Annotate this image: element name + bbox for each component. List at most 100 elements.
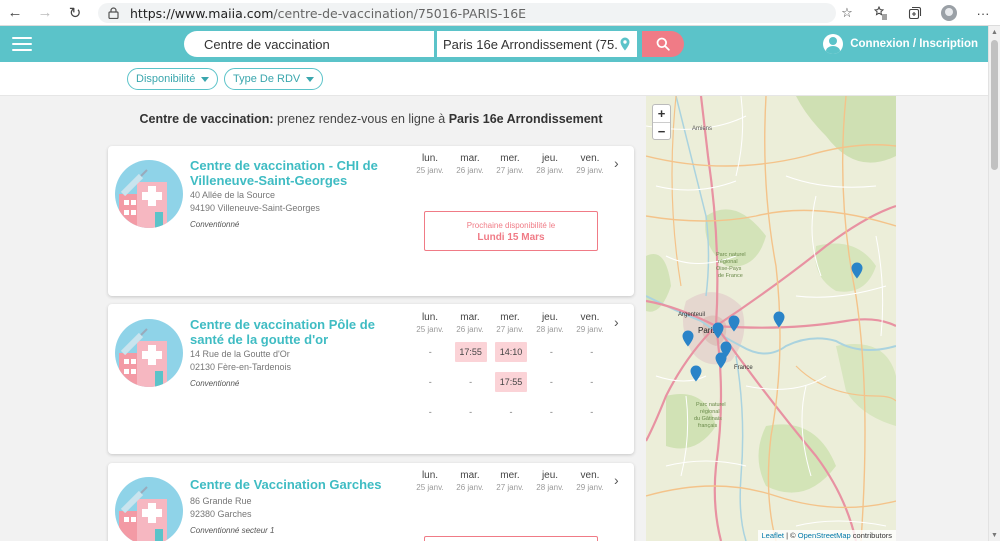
browser-toolbar: ← → ↻ https://www.maiia.com/centre-de-va… xyxy=(0,0,1000,26)
next-availability-button[interactable]: Prochaine disponibilité le Lundi 15 Mars xyxy=(424,211,598,251)
page-title-prefix: Centre de vaccination: xyxy=(139,112,274,126)
scroll-down-icon[interactable]: ▼ xyxy=(991,532,998,539)
leaflet-link[interactable]: Leaflet xyxy=(762,531,785,540)
address-street: 86 Grande Rue xyxy=(190,496,252,506)
page-title-middle: prenez rendez-vous en ligne à xyxy=(273,112,449,126)
day-name: mer. xyxy=(500,312,520,323)
map-marker-icon[interactable] xyxy=(728,315,740,332)
refresh-icon[interactable]: ↻ xyxy=(60,0,90,26)
day-date: 28 janv. xyxy=(536,325,564,334)
appointment-type-filter[interactable]: Type De RDV xyxy=(224,68,324,90)
day-name: ven. xyxy=(580,470,600,481)
location-pin-icon[interactable] xyxy=(617,36,633,52)
next-days-chevron-icon[interactable]: › xyxy=(614,314,619,330)
map-marker-icon[interactable] xyxy=(773,311,785,328)
day-name: mer. xyxy=(500,153,520,164)
no-slot: - xyxy=(428,377,432,387)
map-label: Parc naturel xyxy=(716,252,746,258)
day-name: lun. xyxy=(421,312,439,323)
time-slot[interactable]: 14:10 xyxy=(494,342,527,362)
availability-filter[interactable]: Disponibilité xyxy=(127,68,219,90)
next-availability-date: Lundi 15 Mars xyxy=(477,232,545,243)
day-name: jeu. xyxy=(541,470,559,481)
slot-row: - 17:55 14:10 - - xyxy=(410,337,612,367)
convention-label: Conventionné xyxy=(190,379,240,388)
next-days-chevron-icon[interactable]: › xyxy=(614,155,619,171)
time-slot[interactable]: 17:55 xyxy=(494,372,527,392)
day-date: 26 janv. xyxy=(456,325,484,334)
center-address: 40 Allée de la Source 94190 Villeneuve-S… xyxy=(190,189,320,215)
center-name[interactable]: Centre de Vaccination Garches xyxy=(190,477,390,492)
day-header: jeu. 28 janv. xyxy=(530,153,570,176)
next-availability-button[interactable] xyxy=(424,536,598,541)
day-header: mar. 26 janv. xyxy=(450,312,490,335)
convention-label: Conventionné secteur 1 xyxy=(190,526,275,535)
slot-row: - - - - - xyxy=(410,397,612,427)
specialty-search-input[interactable] xyxy=(184,31,434,57)
day-name: lun. xyxy=(421,470,439,481)
vaccination-center-illustration xyxy=(115,160,183,228)
day-header: jeu. 28 janv. xyxy=(530,470,570,493)
map-marker-icon[interactable] xyxy=(851,262,863,279)
zoom-in-button[interactable]: + xyxy=(653,105,670,122)
no-slot: - xyxy=(469,407,473,417)
no-slot: - xyxy=(428,347,432,357)
search-button[interactable] xyxy=(642,31,684,57)
map-marker-icon[interactable] xyxy=(715,352,727,369)
no-slot: - xyxy=(590,407,594,417)
url-path: /centre-de-vaccination/75016-PARIS-16E xyxy=(273,5,527,21)
page-scrollbar[interactable]: ▲ ▼ xyxy=(988,26,1000,541)
profile-avatar-icon[interactable] xyxy=(938,2,960,24)
hamburger-menu-icon[interactable] xyxy=(12,37,32,51)
osm-link[interactable]: OpenStreetMap xyxy=(798,531,851,540)
map-label: régional xyxy=(700,409,720,415)
day-header: mer. 27 janv. xyxy=(490,470,530,493)
map-marker-icon[interactable] xyxy=(682,330,694,347)
day-date: 29 janv. xyxy=(576,166,604,175)
map-label: de France xyxy=(718,273,743,279)
address-city: 02130 Fère-en-Tardenois xyxy=(190,362,292,372)
day-date: 26 janv. xyxy=(456,166,484,175)
center-name[interactable]: Centre de vaccination - CHI de Villeneuv… xyxy=(190,158,390,188)
zoom-out-button[interactable]: − xyxy=(653,122,670,139)
availability-filter-label: Disponibilité xyxy=(136,73,196,85)
day-header-row: lun. 25 janv. mar. 26 janv. mer. 27 janv. j… xyxy=(410,470,610,493)
day-date: 29 janv. xyxy=(576,483,604,492)
no-slot: - xyxy=(590,377,594,387)
map-marker-icon[interactable] xyxy=(712,322,724,339)
filter-bar: Disponibilité Type De RDV xyxy=(0,62,988,96)
scroll-up-icon[interactable]: ▲ xyxy=(991,29,998,36)
favorite-star-icon[interactable]: ☆ xyxy=(836,2,858,24)
search-icon xyxy=(656,37,670,51)
scrollbar-thumb[interactable] xyxy=(991,40,998,170)
location-search-input[interactable]: Paris 16e Arrondissement (75... xyxy=(437,31,637,57)
login-button[interactable]: Connexion / Inscription xyxy=(823,34,978,54)
day-date: 26 janv. xyxy=(456,483,484,492)
day-header: ven. 29 janv. xyxy=(570,153,610,176)
day-date: 28 janv. xyxy=(536,166,564,175)
map[interactable]: Amiens Parc naturel régional Oise-Pays d… xyxy=(646,96,896,541)
center-name[interactable]: Centre de vaccination Pôle de santé de l… xyxy=(190,317,390,347)
forward-arrow-icon[interactable]: → xyxy=(30,0,60,26)
next-availability-label: Prochaine disponibilité le xyxy=(466,221,556,230)
next-days-chevron-icon[interactable]: › xyxy=(614,472,619,488)
map-tiles[interactable]: Amiens Parc naturel régional Oise-Pays d… xyxy=(646,96,896,541)
time-slot[interactable]: 17:55 xyxy=(454,342,487,362)
convention-label: Conventionné xyxy=(190,220,240,229)
attribution-suffix: contributors xyxy=(850,531,892,540)
day-date: 25 janv. xyxy=(416,483,444,492)
no-slot: - xyxy=(549,407,553,417)
map-marker-icon[interactable] xyxy=(690,365,702,382)
favorites-list-icon[interactable] xyxy=(870,2,892,24)
collections-icon[interactable] xyxy=(904,2,926,24)
address-bar[interactable]: https://www.maiia.com/centre-de-vaccinat… xyxy=(98,3,836,23)
map-label: français xyxy=(698,423,718,429)
more-menu-icon[interactable]: ··· xyxy=(972,2,994,24)
day-date: 27 janv. xyxy=(496,483,524,492)
attribution-separator: | © xyxy=(784,531,798,540)
map-label: France xyxy=(734,365,753,371)
back-arrow-icon[interactable]: ← xyxy=(0,0,30,26)
day-header: lun. 25 janv. xyxy=(410,312,450,335)
address-city: 92380 Garches xyxy=(190,509,252,519)
map-zoom-control: + − xyxy=(652,104,671,140)
